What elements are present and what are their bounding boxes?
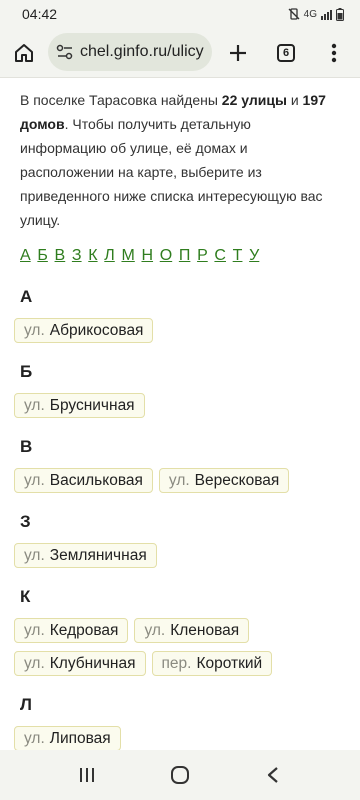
intro-part: В поселке Тарасовка найдены (20, 92, 222, 108)
street-tag[interactable]: ул. Земляничная (14, 543, 157, 568)
street-prefix: ул. (24, 654, 45, 672)
street-name: Кленовая (170, 621, 240, 639)
street-sections: Аул. Абрикосовая Бул. Брусничная Вул. Васильк… (14, 286, 340, 750)
section-heading: Б (20, 362, 33, 381)
street-tag[interactable]: ул. Липовая (14, 726, 121, 750)
address-bar[interactable]: chel.ginfo.ru/ulicy (48, 33, 212, 71)
street-prefix: ул. (24, 396, 45, 414)
street-prefix: ул. (24, 321, 45, 339)
status-icons: 4G (288, 7, 344, 21)
street-tag[interactable]: ул. Васильковая (14, 468, 153, 493)
street-name: Вересковая (194, 471, 280, 489)
intro-part: и (286, 92, 303, 108)
network-type: 4G (303, 8, 317, 20)
back-button[interactable] (243, 750, 303, 800)
letter-link[interactable]: Р (197, 246, 208, 266)
letter-link[interactable]: У (249, 246, 259, 266)
recents-button[interactable] (57, 750, 117, 800)
street-name: Кедровая (49, 621, 119, 639)
letter-link[interactable]: С (214, 246, 226, 266)
new-tab-button[interactable] (214, 28, 262, 78)
street-tag[interactable]: ул. Кедровая (14, 618, 129, 643)
back-icon (268, 767, 279, 783)
street-prefix: пер. (161, 654, 192, 672)
letter-link[interactable]: Л (104, 246, 115, 266)
plus-icon (230, 45, 246, 61)
street-prefix: ул. (24, 471, 45, 489)
street-tag[interactable]: ул. Абрикосовая (14, 318, 154, 343)
letter-link[interactable]: Т (233, 246, 243, 266)
street-prefix: ул. (144, 621, 166, 639)
home-nav-button[interactable] (150, 750, 210, 800)
street-list: ул. Липовая (14, 726, 340, 750)
more-vert-icon (331, 43, 337, 63)
street-prefix: ул. (168, 471, 190, 489)
street-name: Абрикосовая (49, 321, 144, 339)
street-name: Липовая (49, 729, 111, 747)
status-bar: 04:42 4G (0, 0, 360, 28)
page-content: В поселке Тарасовка найдены 22 улицы и 1… (0, 78, 360, 750)
signal-icon (321, 9, 332, 20)
letter-link[interactable]: М (121, 246, 134, 266)
section-heading: В (20, 437, 33, 456)
tab-count: 6 (277, 44, 295, 62)
menu-button[interactable] (310, 28, 358, 78)
streets-count: 22 улицы (221, 92, 287, 108)
letter-link[interactable]: Н (141, 246, 153, 266)
battery-icon (336, 7, 344, 21)
street-list: ул. Кедровая ул. Кленовая ул. Клубничная пер. К… (14, 618, 340, 676)
street-list: ул. Васильковая ул. Вересковая (14, 468, 340, 493)
system-nav-bar (0, 750, 360, 800)
alphabet-index: АБВЗКЛМНОПРСТУ (20, 246, 340, 266)
street-tag[interactable]: ул. Вересковая (158, 468, 290, 493)
intro-text: В поселке Тарасовка найдены 22 улицы и 1… (20, 88, 340, 232)
letter-link[interactable]: О (160, 246, 172, 266)
site-settings-icon[interactable] (56, 44, 74, 60)
street-list: ул. Абрикосовая (14, 318, 340, 343)
status-time: 04:42 (22, 6, 58, 22)
letter-link[interactable]: П (179, 246, 191, 266)
letter-link[interactable]: З (72, 246, 82, 266)
street-prefix: ул. (24, 546, 45, 564)
street-name: Клубничная (49, 654, 136, 672)
street-tag[interactable]: ул. Клубничная (14, 651, 146, 676)
street-list: ул. Брусничная (14, 393, 340, 418)
letter-link[interactable]: Б (37, 246, 48, 266)
recents-icon (79, 768, 94, 782)
section-heading: Л (20, 695, 32, 714)
street-name: Васильковая (49, 471, 143, 489)
browser-toolbar: chel.ginfo.ru/ulicy 6 (0, 28, 360, 78)
street-name: Короткий (196, 654, 263, 672)
section-heading: З (20, 512, 31, 531)
street-prefix: ул. (24, 621, 45, 639)
street-name: Земляничная (49, 546, 147, 564)
letter-link[interactable]: К (88, 246, 97, 266)
street-name: Брусничная (49, 396, 135, 414)
home-icon (15, 43, 33, 62)
home-button[interactable] (0, 28, 48, 78)
street-list: ул. Земляничная (14, 543, 340, 568)
section-heading: К (20, 587, 31, 606)
street-tag[interactable]: ул. Брусничная (14, 393, 145, 418)
section-heading: А (20, 287, 33, 306)
street-tag[interactable]: пер. Короткий (151, 651, 273, 676)
home-circle-icon (170, 766, 189, 784)
street-prefix: ул. (24, 729, 45, 747)
letter-link[interactable]: В (55, 246, 66, 266)
intro-part: . Чтобы получить детальную информацию об… (20, 116, 323, 228)
tab-switcher-button[interactable]: 6 (262, 28, 310, 78)
letter-link[interactable]: А (20, 246, 31, 266)
vibrate-icon (288, 8, 300, 20)
url-text[interactable]: chel.ginfo.ru/ulicy (80, 43, 204, 61)
street-tag[interactable]: ул. Кленовая (134, 618, 250, 643)
